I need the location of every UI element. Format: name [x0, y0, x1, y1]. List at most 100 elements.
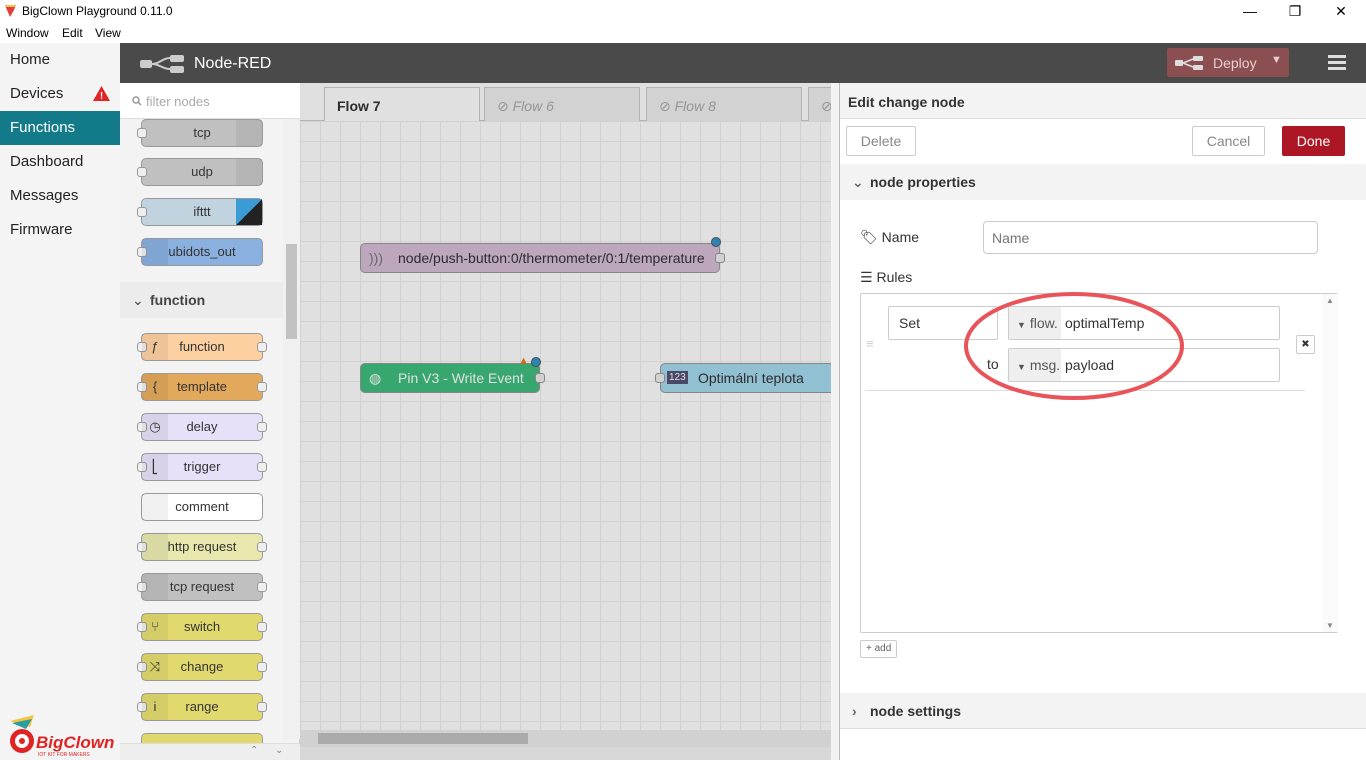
- name-label: 🏷 Name: [860, 229, 919, 246]
- minimize-button[interactable]: —: [1227, 0, 1273, 23]
- edit-tray: Edit change node Delete Cancel Done ⌄ no…: [839, 83, 1366, 760]
- deploy-button[interactable]: Deploy ▼: [1167, 48, 1289, 77]
- node-label: ifttt: [193, 204, 211, 219]
- palette-node-comment[interactable]: comment: [141, 493, 263, 521]
- cancel-button[interactable]: Cancel: [1192, 126, 1265, 156]
- ubidots-icon: [142, 239, 168, 265]
- palette-footer: ⌃ ⌄: [120, 743, 300, 760]
- palette-node-http-request[interactable]: http request: [137, 533, 267, 561]
- palette-node-range[interactable]: i range: [137, 693, 267, 721]
- rules-scrollbar[interactable]: ▲ ▼: [1322, 294, 1338, 632]
- rules-label-text: Rules: [876, 269, 913, 285]
- palette-node-tcp-request[interactable]: tcp request: [137, 573, 267, 601]
- rules-label: ☰ Rules: [860, 269, 912, 286]
- switch-icon: ⑂: [142, 614, 168, 640]
- nav-dashboard[interactable]: Dashboard: [0, 145, 120, 179]
- node-palette: filter nodes tcp udp ifttt ubidots_out ⌄…: [120, 83, 300, 760]
- collapse-up-icon[interactable]: ⌃: [250, 745, 258, 756]
- palette-node-tcp[interactable]: tcp: [137, 119, 263, 147]
- nav-devices-label: Devices: [10, 85, 64, 102]
- warning-mark: !: [100, 91, 103, 101]
- palette-scrollbar[interactable]: [283, 119, 300, 739]
- section-node-properties[interactable]: ⌄ node properties: [840, 164, 1366, 200]
- scroll-up-icon[interactable]: ▲: [1326, 296, 1334, 305]
- tray-resize-handle[interactable]: [831, 83, 839, 760]
- menu-view[interactable]: View: [95, 26, 121, 40]
- menu-window[interactable]: Window: [6, 26, 49, 40]
- node-label: trigger: [183, 459, 221, 474]
- nav-functions[interactable]: Functions: [0, 111, 120, 145]
- remove-rule-icon[interactable]: ✖: [1296, 335, 1315, 354]
- deploy-dropdown-icon[interactable]: ▼: [1271, 54, 1282, 66]
- filter-placeholder: filter nodes: [146, 94, 210, 109]
- tray-header: Edit change node: [840, 83, 1366, 119]
- list-icon: ☰: [860, 269, 873, 285]
- node-label: function: [179, 339, 225, 354]
- deploy-label: Deploy: [1213, 55, 1257, 71]
- logo-tagline: IOT KIT FOR MAKERS: [38, 752, 90, 758]
- nav-firmware[interactable]: Firmware: [0, 213, 120, 247]
- warning-icon: !: [93, 86, 110, 101]
- palette-node-trigger[interactable]: ⎣ trigger: [137, 453, 267, 481]
- section-label: node settings: [870, 703, 962, 719]
- highlight-ellipse: [964, 292, 1184, 400]
- delete-button[interactable]: Delete: [846, 126, 916, 156]
- section-label: node properties: [870, 174, 976, 190]
- tag-icon: 🏷: [860, 229, 878, 245]
- comment-icon: [142, 494, 168, 520]
- palette-node-ifttt[interactable]: ifttt: [137, 198, 263, 226]
- add-label: add: [874, 643, 892, 654]
- network-icon: [142, 574, 168, 600]
- trigger-icon: ⎣: [142, 454, 168, 480]
- menu-bar: Window Edit View: [0, 23, 1366, 43]
- menu-edit[interactable]: Edit: [62, 26, 83, 40]
- node-label: delay: [186, 419, 218, 434]
- search-icon: [132, 96, 142, 106]
- maximize-button[interactable]: ❐: [1272, 0, 1318, 23]
- node-label: change: [180, 659, 224, 674]
- name-input[interactable]: [983, 221, 1318, 254]
- timer-icon: ◷: [142, 414, 168, 440]
- palette-node-template[interactable]: {template: [137, 373, 267, 401]
- nav-home[interactable]: Home: [0, 43, 120, 77]
- shuffle-icon: ⤨: [142, 654, 168, 680]
- close-button[interactable]: ✕: [1318, 0, 1364, 23]
- clown-face-icon: [10, 715, 34, 753]
- node-label: range: [185, 699, 219, 714]
- flow-workspace: Flow 7 ⊘ Flow 6 ⊘ Flow 8 ⊘ ))) node/push…: [300, 83, 860, 760]
- node-label: tcp: [193, 125, 211, 140]
- nav-messages[interactable]: Messages: [0, 179, 120, 213]
- palette-node-change[interactable]: ⤨ change: [137, 653, 267, 681]
- category-label: function: [150, 292, 206, 308]
- network-icon: [236, 159, 262, 185]
- chevron-down-icon: ⌄: [132, 292, 144, 308]
- palette-node-switch[interactable]: ⑂ switch: [137, 613, 267, 641]
- node-label: ubidots_out: [168, 244, 236, 259]
- chevron-right-icon: ›: [852, 703, 857, 719]
- template-icon: {: [142, 374, 168, 400]
- name-label-text: Name: [881, 229, 920, 245]
- drag-handle-icon[interactable]: ≡: [866, 336, 874, 351]
- tray-divider: [840, 728, 1366, 729]
- palette-node-ubidots-out[interactable]: ubidots_out: [137, 238, 263, 266]
- section-node-settings[interactable]: › node settings: [840, 693, 1366, 729]
- collapse-down-icon[interactable]: ⌄: [275, 745, 283, 756]
- ifttt-icon: [236, 199, 262, 225]
- nodered-header: Node-RED Deploy ▼: [120, 43, 1366, 83]
- globe-icon: [142, 534, 168, 560]
- filter-nodes-field[interactable]: filter nodes: [120, 83, 300, 119]
- palette-node-function[interactable]: ƒ function: [137, 333, 267, 361]
- palette-node-delay[interactable]: ◷ delay: [137, 413, 267, 441]
- palette-category-function[interactable]: ⌄ function: [120, 282, 283, 318]
- main-menu-icon[interactable]: [1328, 55, 1346, 70]
- window-titlebar: BigClown Playground 0.11.0 — ❐ ✕: [0, 0, 1366, 23]
- node-label: http request: [167, 539, 237, 554]
- palette-node-udp[interactable]: udp: [137, 158, 263, 186]
- scroll-down-icon[interactable]: ▼: [1326, 621, 1334, 630]
- brand-label: Node-RED: [194, 55, 272, 72]
- nav-devices[interactable]: Devices !: [0, 77, 120, 111]
- add-rule-button[interactable]: + add: [860, 640, 898, 658]
- palette-scroll-thumb[interactable]: [286, 244, 297, 339]
- window-title: BigClown Playground 0.11.0: [22, 4, 173, 18]
- done-button[interactable]: Done: [1282, 126, 1345, 156]
